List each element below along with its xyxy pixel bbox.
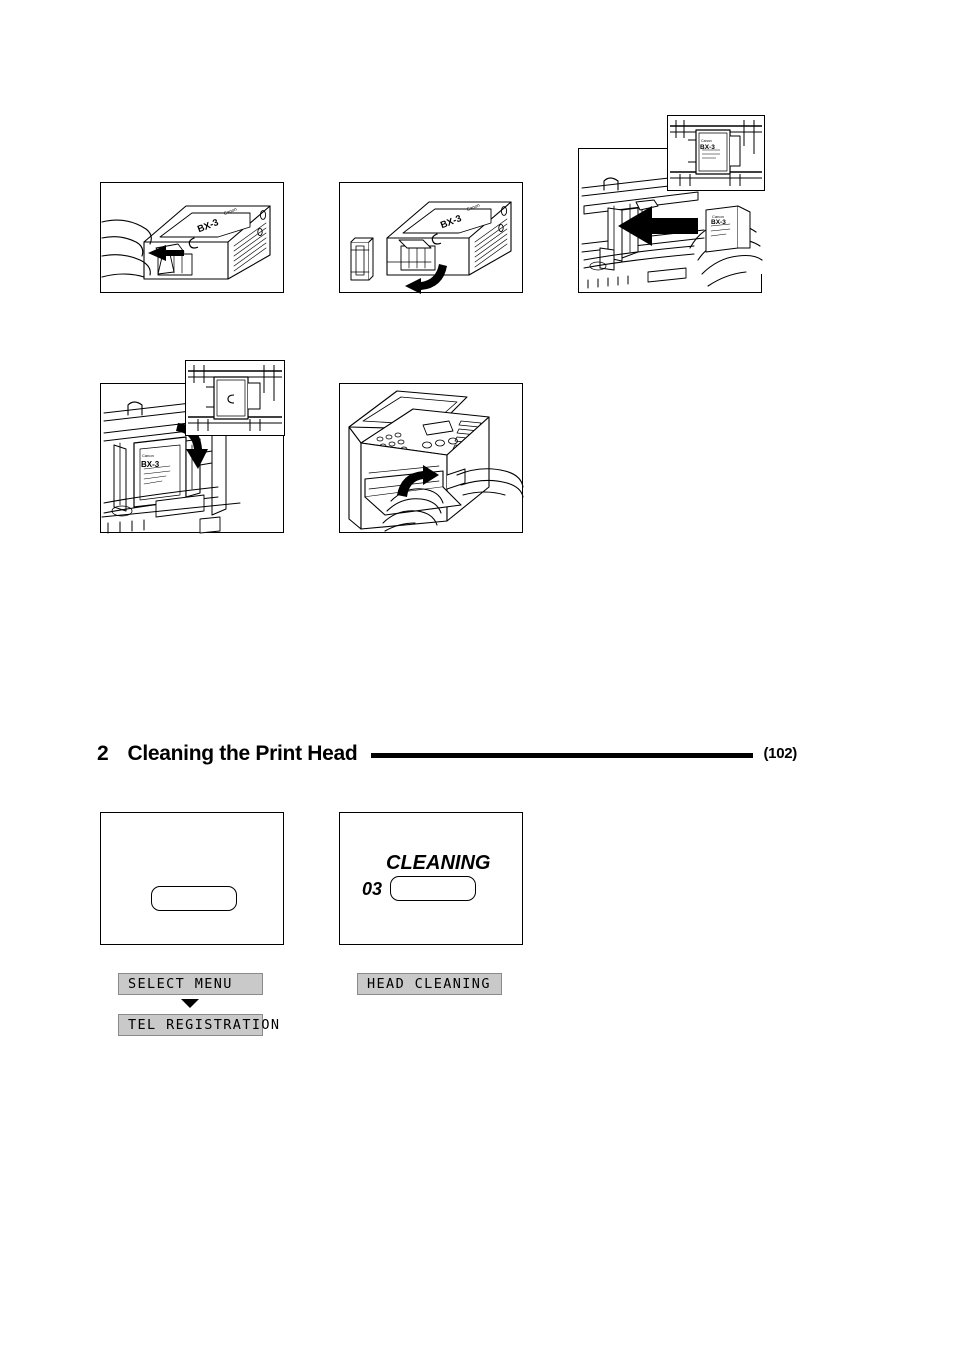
screen-blank-button[interactable] [151, 886, 237, 911]
section-reference: (102) [763, 744, 797, 762]
illustration-cartridge-insertion: Canon BX-3 Canon BX-3 [578, 115, 765, 293]
illustration-cartridge-cap-removal: BX-3 Canon [339, 182, 523, 294]
inset-lock-detail-drawing [188, 365, 282, 431]
heading-rule [371, 752, 754, 758]
inset-detail-lock-seated [185, 360, 285, 436]
lcd-message-select-menu: SELECT MENU [118, 973, 263, 995]
section-number: 2 [97, 741, 109, 765]
cartridge-cap-removal-drawing: BX-3 Canon [350, 201, 512, 294]
lcd-message-head-cleaning: HEAD CLEANING [357, 973, 502, 995]
illustration-cartridge-lock: Canon BX-3 [100, 360, 285, 534]
brand-label-text: Canon [701, 139, 712, 143]
lcd-screen-cleaning: CLEANING 03 [339, 812, 523, 945]
close-cover-drawing [348, 390, 524, 532]
cartridge-label-text: BX-3 [711, 219, 726, 226]
cartridge-label-text: BX-3 [700, 144, 715, 151]
section-title: Cleaning the Print Head [127, 741, 358, 765]
cartridge-label-text: BX-3 [141, 460, 160, 469]
lcd-message-tel-registration: TEL REGISTRATION [118, 1014, 279, 1036]
cartridge-tape-removal-drawing: BX-3 Canon [101, 205, 271, 280]
lcd-flow-arrow-icon [181, 999, 199, 1008]
inset-detail-carriage-seated: Canon BX-3 [667, 115, 765, 191]
brand-label-text: Canon [142, 453, 154, 458]
inset-carriage-detail-drawing: Canon BX-3 [670, 120, 762, 186]
screen-cleaning-button[interactable] [390, 876, 476, 901]
illustration-cartridge-tape-removal: BX-3 Canon [100, 182, 284, 293]
section-heading: 2 Cleaning the Print Head (102) [97, 736, 797, 770]
manual-page: BX-3 Canon BX-3 Canon Canon BX-3 Canon B… [0, 0, 954, 1351]
screen-cleaning-number: 03 [362, 879, 383, 899]
lcd-screen-blank [100, 812, 284, 945]
illustration-close-cover [339, 383, 524, 533]
screen-cleaning-title: CLEANING [386, 852, 491, 874]
